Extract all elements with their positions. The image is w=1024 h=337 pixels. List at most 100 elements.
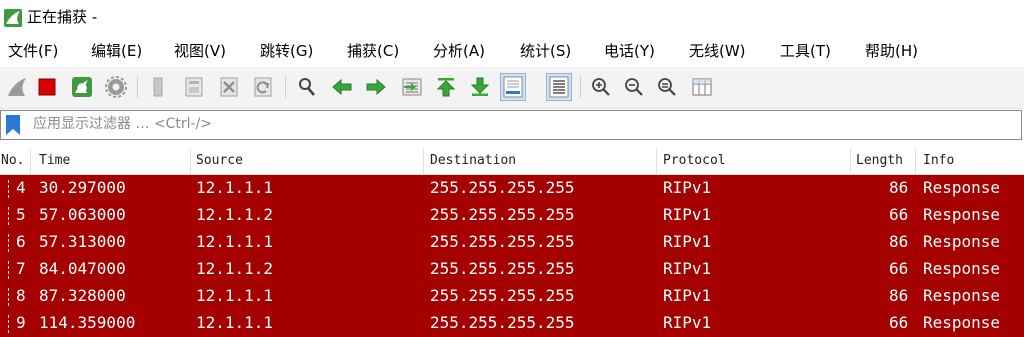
packet-time: 57.063000 (39, 205, 126, 224)
capture-options-icon[interactable] (104, 75, 128, 99)
packet-time: 87.328000 (39, 286, 126, 305)
packet-info: Response (923, 259, 1001, 278)
bookmark-icon[interactable] (6, 115, 20, 135)
packet-row[interactable]: 4 30.297000 12.1.1.1 255.255.255.255 RIP… (0, 175, 1024, 202)
column-header-info[interactable]: Info (923, 148, 954, 174)
menu-go[interactable]: 跳转(G) (260, 41, 313, 61)
column-divider[interactable] (190, 148, 191, 174)
packet-length: 66 (889, 313, 909, 332)
packet-no: 8 (16, 286, 26, 305)
menu-wireless[interactable]: 无线(W) (689, 41, 746, 61)
packet-protocol: RIPv1 (663, 205, 712, 224)
packet-destination: 255.255.255.255 (430, 259, 575, 278)
packet-row[interactable]: 9 114.359000 12.1.1.1 255.255.255.255 RI… (0, 310, 1024, 337)
zoom-in-icon[interactable] (589, 75, 613, 99)
related-packet-marker (8, 207, 10, 225)
menu-capture[interactable]: 捕获(C) (347, 41, 399, 61)
zoom-out-icon[interactable] (622, 75, 646, 99)
stop-capture-icon[interactable] (35, 75, 59, 99)
packet-row[interactable]: 6 57.313000 12.1.1.1 255.255.255.255 RIP… (0, 229, 1024, 256)
related-packet-marker (8, 180, 10, 198)
go-back-icon[interactable] (330, 75, 354, 99)
resize-columns-icon[interactable] (690, 75, 714, 99)
display-filter-bar (0, 110, 1022, 140)
reload-file-icon[interactable] (251, 75, 275, 99)
packet-destination: 255.255.255.255 (430, 313, 575, 332)
display-filter-input[interactable] (29, 113, 1013, 135)
column-header-source[interactable]: Source (196, 148, 243, 174)
save-file-icon[interactable] (182, 75, 206, 99)
open-file-icon[interactable] (146, 75, 170, 99)
packet-protocol: RIPv1 (663, 313, 712, 332)
go-forward-icon[interactable] (364, 75, 388, 99)
packet-no: 5 (16, 205, 26, 224)
related-packet-marker (8, 261, 10, 279)
packet-source: 12.1.1.1 (196, 232, 274, 251)
menu-edit[interactable]: 编辑(E) (91, 41, 142, 61)
menu-help[interactable]: 帮助(H) (865, 41, 918, 61)
go-last-icon[interactable] (468, 75, 492, 99)
packet-source: 12.1.1.1 (196, 178, 274, 197)
packet-time: 30.297000 (39, 178, 126, 197)
packet-protocol: RIPv1 (663, 178, 712, 197)
close-file-icon[interactable] (217, 75, 241, 99)
find-packet-icon[interactable] (295, 75, 319, 99)
column-header-destination[interactable]: Destination (430, 148, 516, 174)
packet-time: 57.313000 (39, 232, 126, 251)
menu-file[interactable]: 文件(F) (8, 41, 58, 61)
column-header-protocol[interactable]: Protocol (663, 148, 726, 174)
packet-protocol: RIPv1 (663, 286, 712, 305)
go-to-packet-icon[interactable] (400, 75, 424, 99)
packet-info: Response (923, 205, 1001, 224)
packet-info: Response (923, 313, 1001, 332)
main-toolbar (0, 67, 1024, 109)
packet-protocol: RIPv1 (663, 232, 712, 251)
packet-row[interactable]: 5 57.063000 12.1.1.2 255.255.255.255 RIP… (0, 202, 1024, 229)
column-divider[interactable] (656, 148, 657, 174)
packet-destination: 255.255.255.255 (430, 205, 575, 224)
colorize-icon[interactable] (546, 73, 572, 101)
wireshark-fin-icon (4, 9, 22, 27)
packet-info: Response (923, 232, 1001, 251)
packet-time: 114.359000 (39, 313, 136, 332)
restart-capture-icon[interactable] (70, 75, 94, 99)
menu-tools[interactable]: 工具(T) (780, 41, 831, 61)
packet-length: 66 (889, 205, 909, 224)
packet-no: 6 (16, 232, 26, 251)
packet-row[interactable]: 7 84.047000 12.1.1.2 255.255.255.255 RIP… (0, 256, 1024, 283)
column-divider[interactable] (30, 148, 31, 174)
column-divider[interactable] (423, 148, 424, 174)
packet-source: 12.1.1.2 (196, 259, 274, 278)
packet-row[interactable]: 8 87.328000 12.1.1.1 255.255.255.255 RIP… (0, 283, 1024, 310)
column-header-no[interactable]: No. (1, 148, 24, 174)
packet-time: 84.047000 (39, 259, 126, 278)
start-capture-fin-icon[interactable] (5, 75, 29, 99)
column-header-length[interactable]: Length (856, 148, 903, 174)
column-divider[interactable] (850, 148, 851, 174)
column-divider[interactable] (915, 148, 916, 174)
autoscroll-icon[interactable] (500, 73, 526, 101)
menu-analyze[interactable]: 分析(A) (433, 41, 485, 61)
packet-length: 86 (889, 232, 909, 251)
packet-length: 86 (889, 178, 909, 197)
packet-destination: 255.255.255.255 (430, 178, 575, 197)
column-header-time[interactable]: Time (39, 148, 70, 174)
menu-view[interactable]: 视图(V) (174, 41, 226, 61)
go-first-icon[interactable] (434, 75, 458, 99)
packet-destination: 255.255.255.255 (430, 232, 575, 251)
packet-no: 7 (16, 259, 26, 278)
packet-info: Response (923, 286, 1001, 305)
menu-telephony[interactable]: 电话(Y) (604, 41, 655, 61)
toolbar-separator (580, 76, 581, 98)
toolbar-separator (285, 76, 286, 98)
menu-bar: 文件(F) 编辑(E) 视图(V) 跳转(G) 捕获(C) 分析(A) 统计(S… (0, 35, 1024, 67)
packet-info: Response (923, 178, 1001, 197)
packet-list: 4 30.297000 12.1.1.1 255.255.255.255 RIP… (0, 175, 1024, 337)
packet-protocol: RIPv1 (663, 259, 712, 278)
menu-statistics[interactable]: 统计(S) (520, 41, 571, 61)
zoom-normal-icon[interactable] (655, 75, 679, 99)
packet-list-header: No. Time Source Destination Protocol Len… (0, 148, 1024, 175)
packet-no: 9 (16, 313, 26, 332)
packet-length: 66 (889, 259, 909, 278)
packet-length: 86 (889, 286, 909, 305)
